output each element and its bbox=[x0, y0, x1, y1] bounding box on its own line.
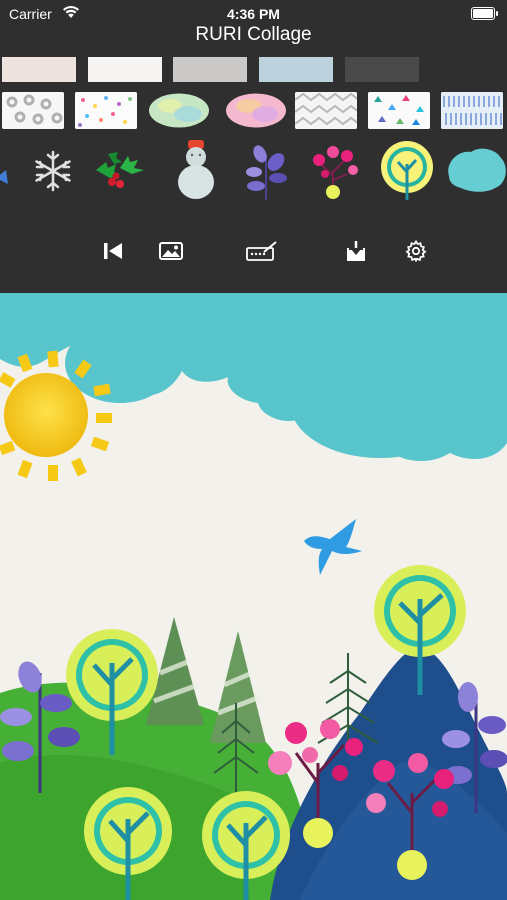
paper-triangle-confetti[interactable] bbox=[368, 92, 430, 129]
holly-icon[interactable] bbox=[88, 140, 150, 202]
paper-pink-scribble-blob[interactable] bbox=[225, 92, 287, 129]
color-swatch-gray[interactable] bbox=[173, 57, 247, 82]
paper-pastel-green-blob[interactable] bbox=[148, 92, 210, 129]
status-time: 4:36 PM bbox=[227, 6, 280, 22]
signature-icon[interactable] bbox=[246, 235, 278, 267]
color-swatch-charcoal[interactable] bbox=[345, 57, 419, 82]
image-icon[interactable] bbox=[155, 235, 187, 267]
toolbar bbox=[0, 235, 507, 267]
paper-gray-circles[interactable] bbox=[2, 92, 64, 129]
teal-cloud-icon[interactable] bbox=[445, 140, 507, 202]
download-icon[interactable] bbox=[340, 235, 372, 267]
collage-artwork bbox=[0, 293, 507, 900]
gear-icon[interactable] bbox=[400, 235, 432, 267]
teal-dot-tree-icon[interactable] bbox=[376, 140, 438, 202]
purple-leaf-branch-icon[interactable] bbox=[236, 140, 298, 202]
color-swatch-white[interactable] bbox=[88, 57, 162, 82]
paper-confetti-dots[interactable] bbox=[75, 92, 137, 129]
collage-canvas[interactable] bbox=[0, 293, 507, 900]
snowman-icon[interactable] bbox=[165, 140, 227, 202]
paper-gray-chevron[interactable] bbox=[295, 92, 357, 129]
snowflake-icon[interactable] bbox=[22, 140, 84, 202]
color-swatch-blush[interactable] bbox=[2, 57, 76, 82]
skip-back-icon[interactable] bbox=[97, 235, 129, 267]
paper-blue-stripe[interactable] bbox=[441, 92, 503, 129]
app-title: RURI Collage bbox=[195, 24, 312, 45]
color-swatch-light-blue[interactable] bbox=[259, 57, 333, 82]
editor-panel: Carrier 4:36 PM RURI Collage bbox=[0, 0, 507, 293]
bird-shape bbox=[304, 519, 362, 575]
pink-berry-tree-icon[interactable] bbox=[305, 140, 367, 202]
battery-icon bbox=[471, 7, 498, 20]
